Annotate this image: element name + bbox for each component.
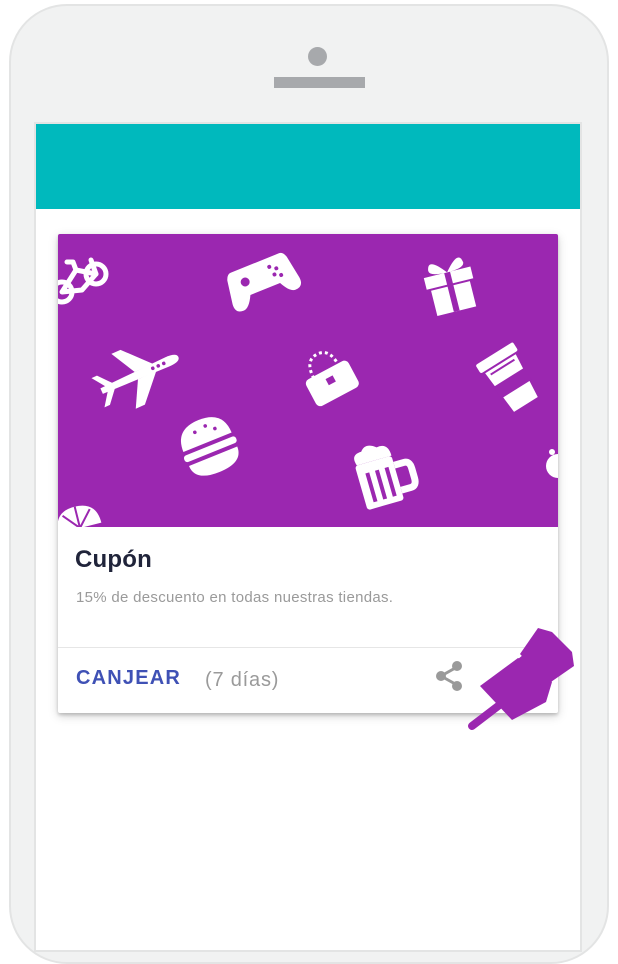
share-button[interactable] <box>432 658 466 692</box>
beer-mug-icon <box>354 445 419 510</box>
gamepad-icon <box>227 252 302 312</box>
share-icon <box>436 661 462 691</box>
phone-camera <box>308 47 327 66</box>
card-media <box>58 234 558 527</box>
handbag-icon <box>305 351 359 407</box>
redeem-button[interactable]: CANJEAR <box>76 667 181 690</box>
days-remaining-label: (7 días) <box>205 669 280 691</box>
coffee-cup-icon <box>476 342 538 412</box>
app-bar <box>36 124 580 209</box>
card-title: Cupón <box>75 546 152 573</box>
phone-speaker <box>274 77 365 88</box>
airplane-icon <box>91 349 179 409</box>
pattern-icons <box>58 252 558 527</box>
card-description: 15% de descuento en todas nuestras tiend… <box>76 589 394 606</box>
pushpin-icon <box>462 624 582 736</box>
gift-icon <box>423 257 477 317</box>
hamburger-icon <box>180 417 239 476</box>
bicycle-icon <box>58 257 109 305</box>
